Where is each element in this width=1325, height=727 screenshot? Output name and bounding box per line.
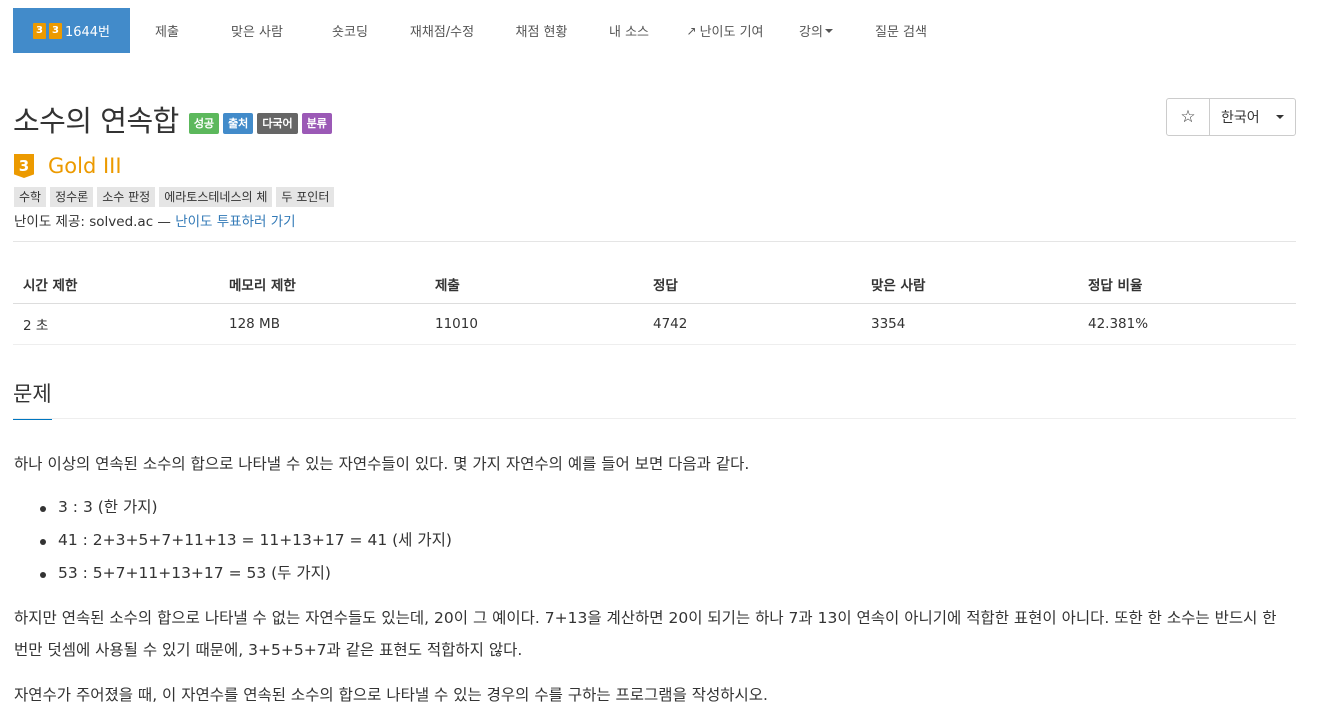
table-header: 제출: [425, 265, 643, 304]
table-cell: 11010: [425, 303, 643, 345]
nav-tab-difficulty-label: 난이도 기여: [699, 25, 764, 40]
label-multilang[interactable]: 다국어: [257, 112, 298, 134]
tier-icon: 3: [14, 154, 34, 178]
table-header: 맞은 사람: [861, 265, 1078, 304]
favorite-button[interactable]: ☆: [1167, 99, 1210, 135]
chevron-down-icon: [824, 28, 833, 33]
problem-paragraph: 하나 이상의 연속된 소수의 합으로 나타낼 수 있는 자연수들이 있다. 몇 …: [14, 455, 750, 473]
nav-tab-submit[interactable]: 제출: [130, 8, 204, 53]
tag-item[interactable]: 정수론: [50, 187, 94, 207]
example-list: 3 : 3 (한 가지) 41 : 2+3+5+7+11+13 = 11+13+…: [38, 491, 452, 590]
divider: [13, 418, 1296, 419]
page-title: 소수의 연속합: [13, 104, 179, 138]
nav-tab-rejudge[interactable]: 재채점/수정: [390, 8, 494, 53]
nav-tab-difficulty[interactable]: ↗ 난이도 기여: [669, 8, 781, 53]
language-label: 한국어: [1221, 110, 1260, 126]
table-header: 정답 비율: [1078, 265, 1296, 304]
problem-labels: 성공 출처 다국어 분류: [188, 112, 336, 134]
algorithm-tags: 수학 정수론 소수 판정 에라토스테네스의 체 두 포인터: [14, 187, 338, 207]
nav-tab-lecture[interactable]: 강의: [781, 8, 851, 53]
tier-badge-icon: 3: [48, 22, 62, 39]
tier-badge-icon: 3: [32, 22, 46, 39]
tag-item[interactable]: 두 포인터: [276, 187, 335, 207]
nav-tab-problem-label: 1644번: [64, 25, 111, 40]
problem-paragraph: 자연수가 주어졌을 때, 이 자연수를 연속된 소수의 합으로 나타낼 수 있는…: [14, 686, 768, 704]
section-title: 문제: [13, 378, 52, 420]
tier-row: 3 Gold III: [14, 154, 122, 178]
list-item: 3 : 3 (한 가지): [38, 491, 452, 524]
language-dropdown[interactable]: 한국어: [1210, 99, 1295, 135]
difficulty-provider: 난이도 제공: solved.ac — 난이도 투표하러 가기: [14, 210, 296, 230]
table-row: 2 초 128 MB 11010 4742 3354 42.381%: [13, 303, 1296, 345]
problem-actions: ☆ 한국어: [1166, 98, 1296, 136]
difficulty-vote-link[interactable]: 난이도 투표하러 가기: [175, 214, 295, 230]
label-solved[interactable]: 성공: [188, 112, 220, 134]
problem-info-table: 시간 제한 메모리 제한 제출 정답 맞은 사람 정답 비율 2 초 128 M…: [13, 265, 1296, 345]
list-item: 53 : 5+7+11+13+17 = 53 (두 가지): [38, 557, 452, 590]
tag-item[interactable]: 수학: [14, 187, 47, 207]
table-cell: 4742: [643, 303, 861, 345]
divider: [13, 241, 1296, 242]
problem-section-header: 문제: [13, 378, 52, 420]
chevron-down-icon: [1275, 115, 1284, 119]
problem-paragraph: 하지만 연속된 소수의 합으로 나타낼 수 없는 자연수들도 있는데, 20이 …: [14, 609, 1277, 659]
label-category[interactable]: 분류: [301, 112, 332, 134]
nav-tab-lecture-label: 강의: [799, 25, 823, 40]
label-source[interactable]: 출처: [223, 112, 254, 134]
table-cell: 2 초: [13, 303, 219, 345]
table-cell: 128 MB: [219, 303, 425, 345]
table-header: 시간 제한: [13, 265, 219, 304]
nav-tab-status[interactable]: 채점 현황: [494, 8, 589, 53]
star-icon: ☆: [1180, 107, 1196, 127]
tier-name: Gold III: [48, 154, 122, 178]
tag-item[interactable]: 소수 판정: [97, 187, 156, 207]
table-cell: 3354: [861, 303, 1078, 345]
list-item: 41 : 2+3+5+7+11+13 = 11+13+17 = 41 (세 가지…: [38, 524, 452, 557]
table-header: 정답: [643, 265, 861, 304]
difficulty-prefix: 난이도 제공: solved.ac —: [14, 214, 176, 230]
nav-tab-short-coding[interactable]: 숏코딩: [310, 8, 390, 53]
nav-tab-question-search[interactable]: 질문 검색: [851, 8, 951, 53]
external-link-icon: ↗: [686, 23, 697, 38]
nav-tab-accepted-users[interactable]: 맞은 사람: [204, 8, 310, 53]
table-cell: 42.381%: [1078, 303, 1296, 345]
tag-item[interactable]: 에라토스테네스의 체: [159, 187, 273, 207]
problem-nav: 3 3 1644번 제출 맞은 사람 숏코딩 재채점/수정 채점 현황 내 소스…: [13, 8, 951, 53]
table-header: 메모리 제한: [219, 265, 425, 304]
problem-title-row: 소수의 연속합 성공 출처 다국어 분류: [13, 98, 336, 140]
nav-tab-my-source[interactable]: 내 소스: [589, 8, 669, 53]
nav-tab-problem[interactable]: 3 3 1644번: [13, 8, 130, 53]
